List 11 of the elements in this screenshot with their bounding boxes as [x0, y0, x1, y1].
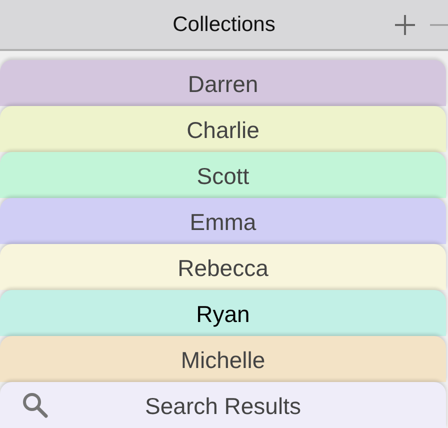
collections-title: Collections [172, 12, 276, 36]
collection-item[interactable]: Scott [0, 152, 446, 198]
collection-item[interactable]: Ryan [0, 290, 446, 336]
collection-item[interactable]: Rebecca [0, 244, 446, 290]
collection-item[interactable]: Darren [0, 60, 446, 106]
collection-item[interactable]: Michelle [0, 336, 446, 382]
add-icon[interactable] [394, 14, 416, 36]
collection-item[interactable]: Charlie [0, 106, 446, 152]
search-icon [22, 392, 48, 418]
search-results-item[interactable]: Search Results [0, 382, 446, 428]
collection-item[interactable]: Emma [0, 198, 446, 244]
